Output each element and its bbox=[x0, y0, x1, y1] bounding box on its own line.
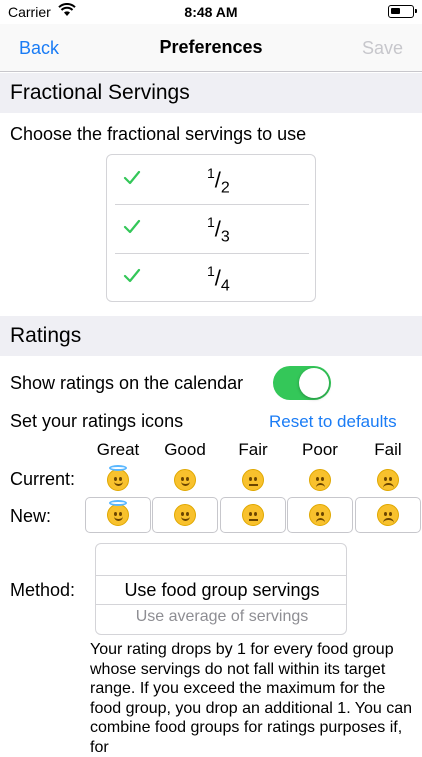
frown-face-icon bbox=[377, 469, 399, 491]
new-fair-button[interactable] bbox=[220, 497, 286, 533]
method-label: Method: bbox=[10, 580, 76, 600]
method-option-food-group[interactable]: Use food group servings bbox=[96, 580, 346, 601]
fractional-servings-header: Fractional Servings bbox=[0, 73, 422, 113]
column-fail: Fail bbox=[374, 440, 402, 459]
current-label: Current: bbox=[10, 469, 76, 489]
checkmark-icon bbox=[123, 170, 141, 185]
checkmark-icon bbox=[123, 219, 141, 234]
column-poor: Poor bbox=[302, 440, 338, 459]
neutral-face-icon bbox=[242, 504, 264, 526]
current-great-icon bbox=[85, 465, 151, 495]
status-bar: Carrier 8:48 AM bbox=[0, 0, 422, 24]
column-fair: Fair bbox=[238, 440, 268, 459]
battery-icon bbox=[388, 5, 417, 18]
current-good-icon bbox=[152, 469, 218, 495]
current-fail-icon bbox=[355, 469, 421, 495]
page-title: Preferences bbox=[159, 37, 263, 57]
new-good-button[interactable] bbox=[152, 497, 218, 533]
status-time: 8:48 AM bbox=[184, 4, 238, 20]
fraction-option-half[interactable]: 1/2 bbox=[115, 157, 309, 205]
save-button[interactable]: Save bbox=[362, 38, 403, 59]
show-ratings-toggle[interactable] bbox=[273, 366, 331, 400]
method-option-average[interactable]: Use average of servings bbox=[96, 608, 346, 626]
current-fair-icon bbox=[220, 469, 286, 495]
slight-frown-face-icon bbox=[309, 504, 331, 526]
current-poor-icon bbox=[287, 469, 353, 495]
fraction-label: 1/2 bbox=[207, 165, 230, 197]
method-picker[interactable]: Use food group servings Use average of s… bbox=[95, 543, 347, 635]
reset-defaults-link[interactable]: Reset to defaults bbox=[269, 412, 397, 432]
neutral-face-icon bbox=[242, 469, 264, 491]
smile-face-icon bbox=[174, 469, 196, 491]
checkmark-icon bbox=[123, 268, 141, 283]
column-good: Good bbox=[164, 440, 206, 459]
show-ratings-label: Show ratings on the calendar bbox=[10, 373, 244, 393]
ratings-icons-label: Set your ratings icons bbox=[10, 411, 184, 431]
halo-face-icon bbox=[107, 500, 129, 526]
section-title: Ratings bbox=[10, 324, 82, 347]
column-great: Great bbox=[96, 440, 140, 459]
fractional-options-list: 1/2 1/3 1/4 bbox=[106, 154, 316, 302]
method-description: Your rating drops by 1 for every food gr… bbox=[90, 641, 413, 756]
fraction-option-third[interactable]: 1/3 bbox=[115, 206, 309, 254]
new-label: New: bbox=[10, 506, 52, 526]
new-fail-button[interactable] bbox=[355, 497, 421, 533]
fraction-label: 1/4 bbox=[207, 263, 230, 295]
slight-frown-face-icon bbox=[309, 469, 331, 491]
fraction-label: 1/3 bbox=[207, 214, 230, 246]
frown-face-icon bbox=[377, 504, 399, 526]
smile-face-icon bbox=[174, 504, 196, 526]
new-poor-button[interactable] bbox=[287, 497, 353, 533]
halo-face-icon bbox=[107, 465, 129, 491]
ratings-header: Ratings bbox=[0, 316, 422, 356]
fractional-instruction: Choose the fractional servings to use bbox=[10, 124, 307, 144]
fraction-option-quarter[interactable]: 1/4 bbox=[115, 255, 309, 303]
navigation-bar: Back Preferences Save bbox=[0, 24, 422, 72]
new-great-button[interactable] bbox=[85, 497, 151, 533]
section-title: Fractional Servings bbox=[10, 81, 190, 104]
